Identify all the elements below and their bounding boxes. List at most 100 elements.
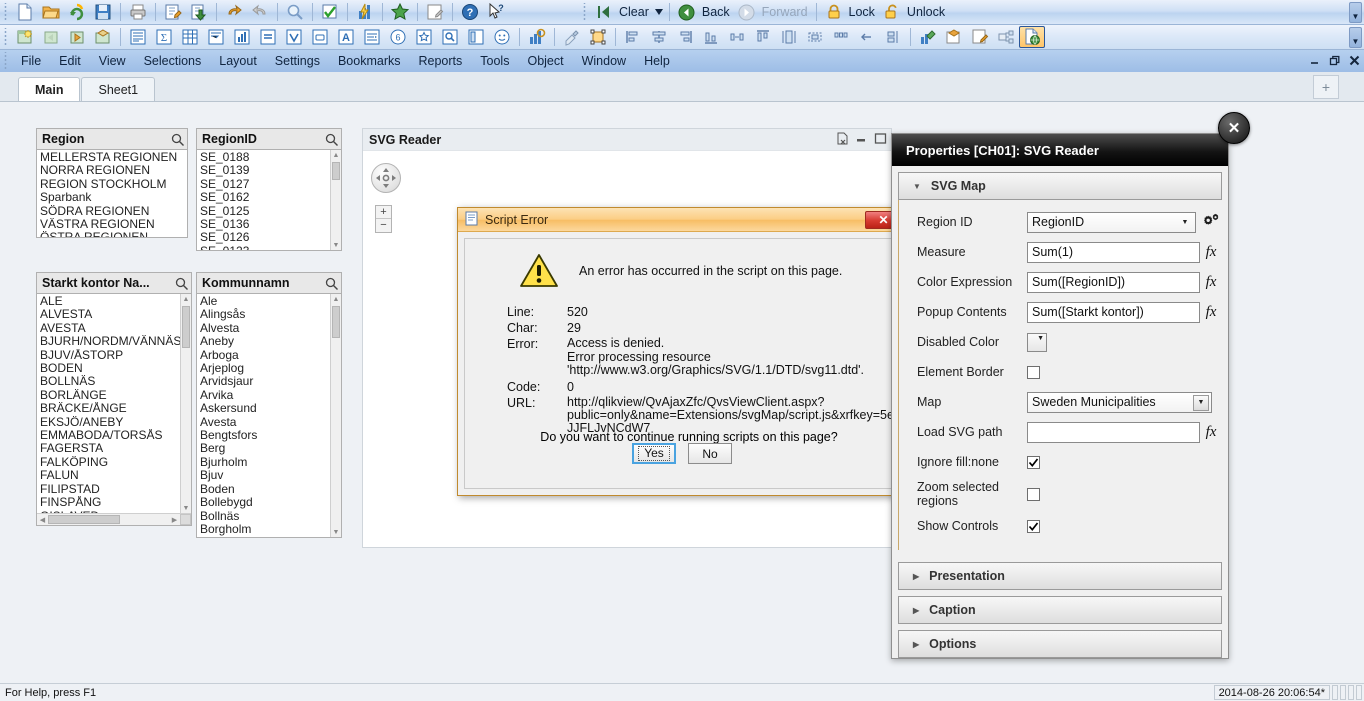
field-zoom-selected-regions[interactable]: Zoom selected regions xyxy=(899,480,1222,508)
save-icon[interactable] xyxy=(90,1,116,23)
listbox-region-body[interactable]: MELLERSTA REGIONEN NORRA REGIONEN REGION… xyxy=(36,149,188,238)
search-icon[interactable] xyxy=(325,133,338,146)
new-document-layout-icon[interactable] xyxy=(941,26,967,48)
menu-layout[interactable]: Layout xyxy=(210,50,266,72)
close-icon[interactable] xyxy=(1349,55,1360,68)
scroll-left-icon[interactable]: ◀ xyxy=(37,514,48,525)
search-icon[interactable] xyxy=(171,133,184,146)
theme-maker-icon[interactable] xyxy=(915,26,941,48)
list-item[interactable]: NORRA REGIONEN xyxy=(40,164,187,177)
list-item[interactable]: FALUN xyxy=(40,469,191,482)
same-size-icon[interactable] xyxy=(802,26,828,48)
forward-icon[interactable] xyxy=(734,1,760,23)
listbox-starkt-kontor-items[interactable]: ALE ALVESTA AVESTA BJURH/NORDM/VÄNNÄS BJ… xyxy=(37,294,191,525)
list-item[interactable]: Bjurholm xyxy=(200,456,341,469)
add-sheet-button[interactable]: + xyxy=(1313,75,1339,99)
list-item[interactable]: SÖDRA REGIONEN xyxy=(40,205,187,218)
list-item[interactable]: Bollebygd xyxy=(200,496,341,509)
chart-caption[interactable]: SVG Reader xyxy=(363,129,891,151)
text-label-icon[interactable]: A xyxy=(333,26,359,48)
align-left-icon[interactable] xyxy=(620,26,646,48)
search-object-icon[interactable] xyxy=(437,26,463,48)
list-item[interactable]: BJUV/ÅSTORP xyxy=(40,349,191,362)
align-bottom-icon[interactable] xyxy=(698,26,724,48)
zoom-in-button[interactable]: + xyxy=(376,206,391,219)
list-item[interactable]: Avesta xyxy=(200,416,341,429)
object-links-icon[interactable] xyxy=(993,26,1019,48)
same-height-icon[interactable] xyxy=(776,26,802,48)
menu-bookmarks[interactable]: Bookmarks xyxy=(329,50,410,72)
scroll-thumb[interactable] xyxy=(332,162,340,180)
list-item[interactable]: BORLÄNGE xyxy=(40,389,191,402)
input-box-icon[interactable] xyxy=(307,26,333,48)
list-item[interactable]: BODEN xyxy=(40,362,191,375)
maximize-icon[interactable] xyxy=(874,132,887,148)
field-ignore-fill-none[interactable]: Ignore fill:none xyxy=(899,450,1222,474)
listbox-kommunnamn[interactable]: Kommunnamn Ale Alingsås Alvesta Aneby Ar… xyxy=(196,272,342,538)
web-view-icon[interactable] xyxy=(1019,26,1045,48)
popup-contents-expression-button[interactable]: fx xyxy=(1200,304,1222,321)
align-top-icon[interactable] xyxy=(750,26,776,48)
list-item[interactable]: BOLLNÄS xyxy=(40,375,191,388)
scroll-thumb[interactable] xyxy=(182,306,190,348)
reload-data-icon[interactable] xyxy=(186,1,212,23)
scroll-thumb-horizontal[interactable] xyxy=(48,515,120,524)
section-options-header[interactable]: ▶ Options xyxy=(898,630,1222,658)
sheet-properties-icon[interactable] xyxy=(90,26,116,48)
multi-box-icon[interactable] xyxy=(203,26,229,48)
search-icon[interactable] xyxy=(282,1,308,23)
open-document-icon[interactable] xyxy=(38,1,64,23)
menu-window[interactable]: Window xyxy=(573,50,635,72)
clear-dropdown-icon[interactable] xyxy=(653,1,665,23)
listbox-starkt-kontor-hscrollbar[interactable]: ◀ ▶ xyxy=(37,513,191,525)
toolbar-navigation-group[interactable]: Clear Back Forward Lock Unlock ▼ xyxy=(579,1,1362,23)
element-border-checkbox[interactable] xyxy=(1027,365,1040,379)
listbox-regionid-body[interactable]: SE_0188 SE_0139 SE_0127 SE_0162 SE_0125 … xyxy=(196,149,342,251)
listbox-object-icon[interactable] xyxy=(125,26,151,48)
undo-icon[interactable] xyxy=(221,1,247,23)
list-item[interactable]: SE_0139 xyxy=(200,164,341,177)
field-popup-contents[interactable]: Popup Contents Sum([Starkt kontor]) fx xyxy=(899,300,1222,324)
toolbar-grip[interactable] xyxy=(2,3,9,21)
design-grid-icon[interactable] xyxy=(524,26,550,48)
listbox-regionid[interactable]: RegionID SE_0188 SE_0139 SE_0127 SE_0162… xyxy=(196,128,342,251)
sheet-tabstrip[interactable]: Main Sheet1 + xyxy=(0,72,1364,102)
redo-icon[interactable] xyxy=(247,1,273,23)
clear-selections-icon[interactable] xyxy=(836,132,849,148)
list-item[interactable]: Bengtsfors xyxy=(200,429,341,442)
list-item[interactable]: BJURH/NORDM/VÄNNÄS xyxy=(40,335,191,348)
field-disabled-color[interactable]: Disabled Color ▼ xyxy=(899,330,1222,354)
disabled-color-picker[interactable]: ▼ xyxy=(1027,332,1047,352)
field-element-border[interactable]: Element Border xyxy=(899,360,1222,384)
sheet-tab-main[interactable]: Main xyxy=(18,77,81,101)
list-item[interactable]: ÖSTRA REGIONEN xyxy=(40,231,187,237)
list-align-icon[interactable] xyxy=(359,26,385,48)
scroll-up-icon[interactable]: ▲ xyxy=(331,150,341,160)
field-load-svg-path[interactable]: Load SVG path fx xyxy=(899,420,1222,444)
section-caption-header[interactable]: ▶ Caption xyxy=(898,596,1222,624)
sheet-tab-sheet1[interactable]: Sheet1 xyxy=(81,77,156,101)
section-presentation-header[interactable]: ▶ Presentation xyxy=(898,562,1222,590)
listbox-regionid-scrollbar[interactable]: ▲ ▼ xyxy=(330,150,341,250)
restore-icon[interactable] xyxy=(1329,55,1340,68)
bookmark-object-icon[interactable] xyxy=(411,26,437,48)
new-sheet-icon[interactable] xyxy=(12,26,38,48)
field-measure[interactable]: Measure Sum(1) fx xyxy=(899,240,1222,264)
list-item[interactable]: SE_0123 xyxy=(200,245,341,250)
menu-file[interactable]: File xyxy=(12,50,50,72)
list-item[interactable]: FILIPSTAD xyxy=(40,483,191,496)
statistics-box-icon[interactable]: Σ xyxy=(151,26,177,48)
menu-reports[interactable]: Reports xyxy=(410,50,472,72)
list-item[interactable]: Alvesta xyxy=(200,322,341,335)
align-right-icon[interactable] xyxy=(672,26,698,48)
help-icon[interactable]: ? xyxy=(457,1,483,23)
list-item[interactable]: Aneby xyxy=(200,335,341,348)
menubar[interactable]: File Edit View Selections Layout Setting… xyxy=(0,50,1364,72)
menu-selections[interactable]: Selections xyxy=(135,50,211,72)
edit-script-icon[interactable] xyxy=(160,1,186,23)
list-item[interactable]: SE_0126 xyxy=(200,231,341,244)
list-item[interactable]: Berg xyxy=(200,442,341,455)
search-icon[interactable] xyxy=(325,277,338,290)
list-item[interactable]: VÄSTRA REGIONEN xyxy=(40,218,187,231)
listbox-starkt-kontor-vscrollbar[interactable]: ▲ ▼ xyxy=(180,294,191,513)
